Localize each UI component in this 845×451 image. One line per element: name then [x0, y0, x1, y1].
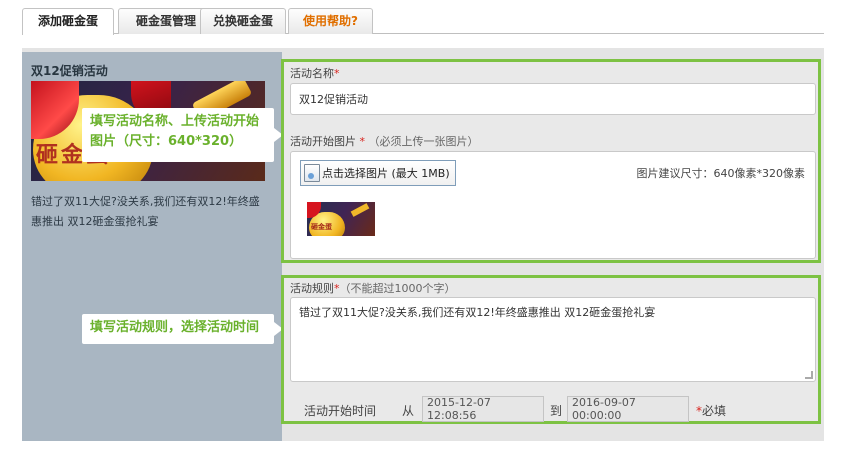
from-label: 从: [402, 404, 415, 418]
image-file-icon: [304, 164, 320, 182]
callout-upload-instruction: 填写活动名称、上传活动开始图片（尺寸：640*320）: [82, 108, 283, 162]
tab-redeem-egg[interactable]: 兑换砸金蛋: [200, 8, 286, 34]
hammer-graphic: [350, 203, 370, 217]
tab-add-egg[interactable]: 添加砸金蛋: [22, 8, 114, 35]
preview-description: 错过了双11大促?没关系,我们还有双12!年终盛惠推出 双12砸金蛋抢礼宴: [31, 195, 260, 228]
image-label: 活动开始图片 * （必须上传一张图片）: [290, 135, 479, 148]
uploaded-image-thumbnail[interactable]: 砸金蛋: [307, 202, 375, 236]
name-label: 活动名称*: [290, 67, 340, 80]
time-label: 活动开始时间: [304, 404, 377, 418]
tab-help[interactable]: 使用帮助?: [288, 8, 373, 34]
rules-label: 活动规则*（不能超过1000个字）: [290, 282, 456, 295]
preview-title: 双12促销活动: [31, 64, 108, 78]
name-image-section: 活动名称* 双12促销活动 活动开始图片 * （必须上传一张图片） 点击选择图片…: [281, 59, 821, 263]
rules-time-section: 活动规则*（不能超过1000个字） 错过了双11大促?没关系,我们还有双12!年…: [281, 275, 821, 424]
activity-rules-textarea[interactable]: 错过了双11大促?没关系,我们还有双12!年终盛惠推出 双12砸金蛋抢礼宴: [290, 297, 816, 382]
tab-bar: 添加砸金蛋 砸金蛋管理 兑换砸金蛋 使用帮助?: [22, 7, 824, 35]
resize-handle-icon[interactable]: [805, 371, 813, 379]
activity-name-input[interactable]: 双12促销活动: [290, 83, 816, 115]
callout-rules-instruction: 填写活动规则，选择活动时间: [82, 314, 283, 344]
to-label: 到: [550, 404, 563, 418]
thumbnail-text: 砸金蛋: [311, 223, 332, 231]
start-time-input[interactable]: 2015-12-07 12:08:56: [422, 396, 544, 422]
image-upload-area: 点击选择图片 (最大 1MB) 图片建议尺寸：640像素*320像素 砸金蛋: [290, 151, 816, 259]
choose-image-button[interactable]: 点击选择图片 (最大 1MB): [300, 160, 456, 186]
end-time-input[interactable]: 2016-09-07 00:00:00: [567, 396, 689, 422]
image-size-hint: 图片建议尺寸：640像素*320像素: [636, 167, 806, 180]
activity-time-row: 活动开始时间 从 2015-12-07 12:08:56 到 2016-09-0…: [284, 394, 818, 424]
required-note: *必填: [696, 404, 727, 418]
